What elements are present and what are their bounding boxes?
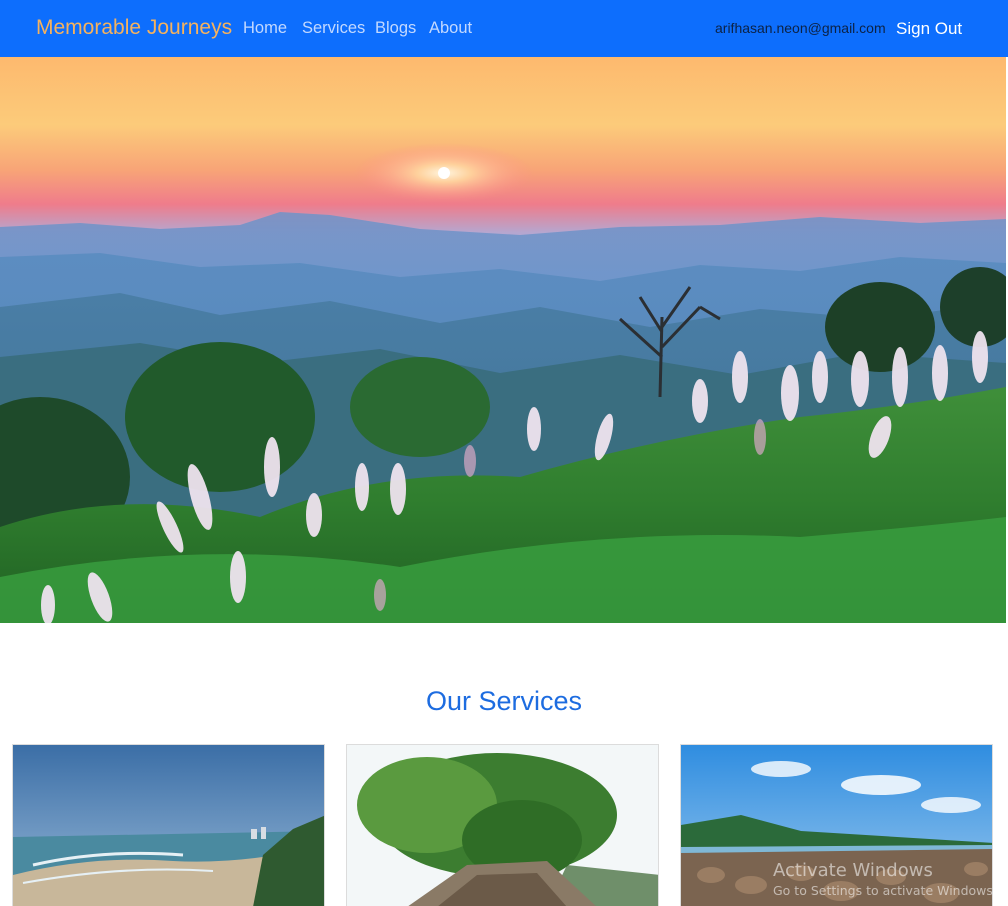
nav-link-home[interactable]: Home <box>243 19 287 38</box>
watermark-subtitle: Go to Settings to activate Windows. <box>773 883 997 898</box>
watermark-title: Activate Windows <box>773 860 933 881</box>
navbar: Memorable Journeys Home Services Blogs A… <box>0 0 1008 57</box>
beach-coast-image <box>13 745 324 906</box>
hero-banner-image <box>0 57 1006 623</box>
nav-link-blogs[interactable]: Blogs <box>375 19 416 38</box>
sign-out-button[interactable]: Sign Out <box>896 19 962 39</box>
hero-landscape-illustration <box>0 57 1006 623</box>
activate-windows-watermark: Activate Windows Go to Settings to activ… <box>773 860 997 898</box>
service-card[interactable] <box>12 744 325 906</box>
island-rock-image <box>347 745 658 906</box>
nav-link-about[interactable]: About <box>429 19 472 38</box>
services-section-title: Our Services <box>425 686 583 716</box>
nav-link-services[interactable]: Services <box>302 19 365 38</box>
user-email: arifhasan.neon@gmail.com <box>715 20 886 36</box>
service-card[interactable] <box>346 744 659 906</box>
brand-logo-link[interactable]: Memorable Journeys <box>36 16 232 40</box>
